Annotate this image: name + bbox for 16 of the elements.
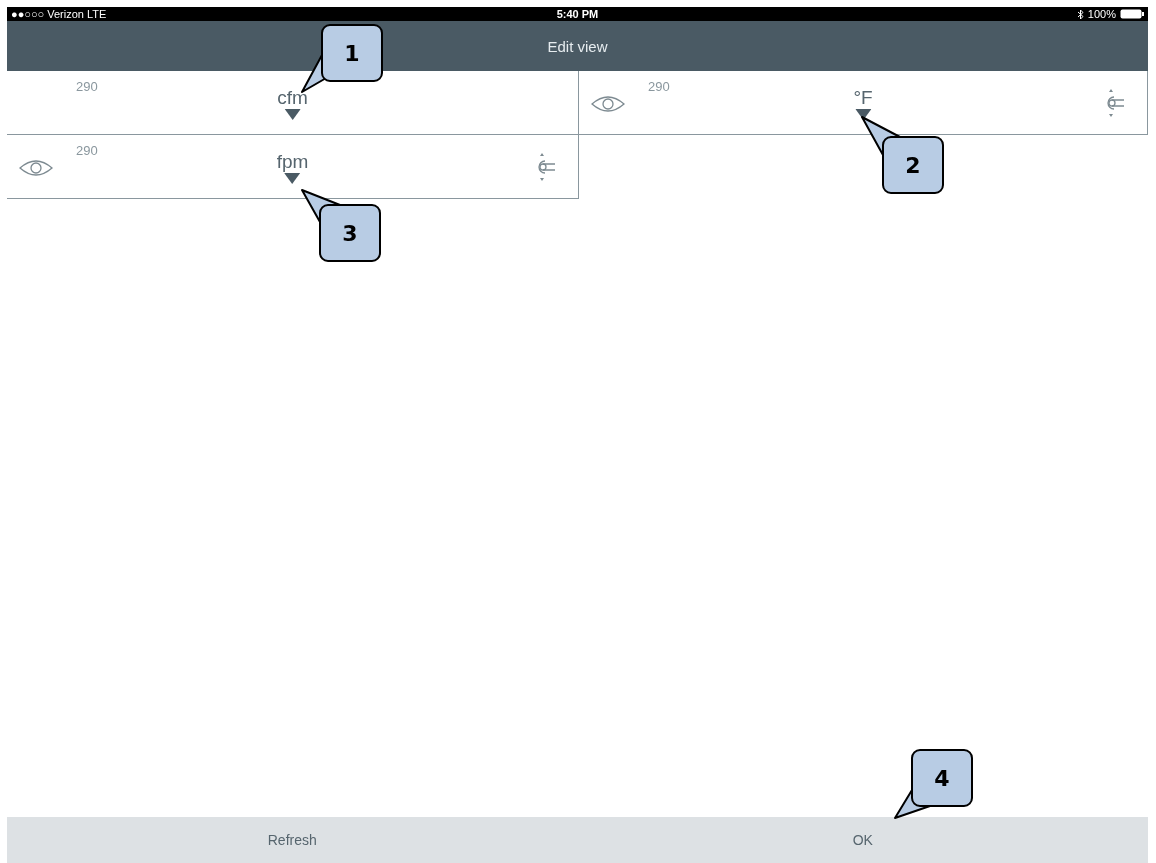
time-text: 5:40 PM bbox=[556, 8, 599, 20]
unit-label[interactable]: fpm bbox=[276, 151, 309, 173]
battery-icon bbox=[1120, 9, 1144, 19]
eye-icon[interactable] bbox=[19, 159, 53, 177]
dropdown-triangle-icon[interactable] bbox=[284, 109, 301, 120]
reading-value: 290 bbox=[76, 79, 98, 94]
eye-icon[interactable] bbox=[591, 95, 625, 113]
carrier-text: ●●○○○ Verizon LTE bbox=[11, 8, 107, 20]
reading-value: 290 bbox=[76, 143, 98, 158]
reading-value: 290 bbox=[648, 79, 670, 94]
bluetooth-icon bbox=[1076, 8, 1084, 20]
unit-label[interactable]: °F bbox=[853, 87, 873, 109]
battery-percent: 100% bbox=[1087, 8, 1116, 20]
dropdown-triangle-icon[interactable] bbox=[284, 173, 301, 184]
view-title: Edit view bbox=[547, 37, 608, 55]
dropdown-triangle-icon[interactable] bbox=[855, 109, 871, 120]
